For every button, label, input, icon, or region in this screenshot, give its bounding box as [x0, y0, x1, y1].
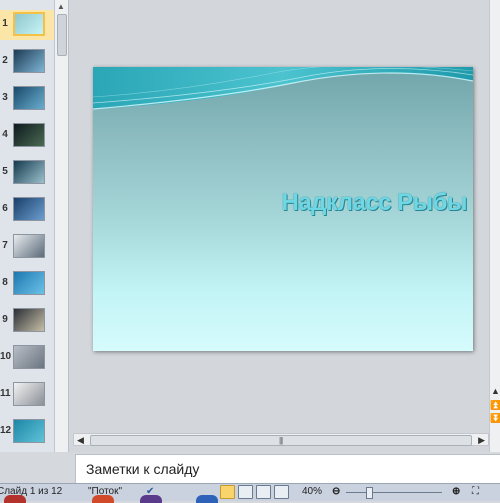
notes-pane[interactable]: Заметки к слайду [75, 454, 500, 483]
slide-number: 11 [0, 388, 11, 399]
slide-number: 2 [2, 55, 8, 66]
previous-slide-icon[interactable]: ⏫ [490, 400, 500, 410]
slide-number: 10 [0, 351, 12, 362]
slide-number: 12 [0, 425, 12, 436]
scroll-up-icon[interactable]: ▲ [57, 2, 65, 11]
reading-view-icon[interactable] [256, 485, 271, 499]
scroll-up-icon[interactable]: ▲ [490, 386, 500, 396]
scroll-left-icon[interactable]: ◀ [77, 435, 84, 446]
slide-number: 4 [2, 129, 8, 140]
slide-number: 8 [2, 277, 8, 288]
slide-sorter-icon[interactable] [238, 485, 253, 499]
thumbnails-scroll-thumb[interactable] [57, 14, 67, 56]
slide-title[interactable]: Надкласс Рыбы [257, 189, 468, 217]
zoom-slider-handle[interactable] [366, 487, 373, 499]
editor-vertical-scrollbar[interactable]: ▲ ⏫ ⏬ [489, 0, 500, 452]
slide-thumbnail-image[interactable] [13, 86, 45, 110]
next-slide-icon[interactable]: ⏬ [490, 413, 500, 423]
slide-thumbnail-image[interactable] [13, 234, 45, 258]
slide-thumbnail-image[interactable] [13, 49, 45, 73]
taskbar-app-icon[interactable] [4, 495, 26, 503]
slide-thumbnail-image[interactable] [13, 160, 45, 184]
slide-thumbnails-pane: 1 2 3 4 5 6 7 8 9 10 11 12 ▲ [0, 0, 69, 452]
slide-thumbnail-image[interactable] [13, 123, 45, 147]
slide-number: 1 [2, 18, 8, 29]
slide-thumbnail-image[interactable] [13, 345, 45, 369]
slide-thumbnail-image[interactable] [13, 382, 45, 406]
slide-number: 3 [2, 92, 8, 103]
zoom-in-icon[interactable]: ⊕ [452, 486, 460, 497]
editor-horizontal-scrollbar[interactable]: ◀ ||| ▶ [73, 433, 489, 446]
status-bar: Слайд 1 из 12 "Поток" ✔ 40% ⊖ ⊕ ⛶ [0, 483, 500, 501]
taskbar-app-icon[interactable] [196, 495, 218, 503]
slideshow-icon[interactable] [274, 485, 289, 499]
taskbar-app-icon[interactable] [140, 495, 162, 503]
fit-to-window-icon[interactable]: ⛶ [472, 486, 479, 497]
slide-thumbnail-image[interactable] [13, 12, 45, 36]
thumbnails-scrollbar[interactable]: ▲ [54, 0, 68, 452]
grip-icon: ||| [279, 436, 283, 445]
slide-thumbnail-image[interactable] [13, 197, 45, 221]
notes-placeholder[interactable]: Заметки к слайду [86, 461, 199, 477]
zoom-level[interactable]: 40% [302, 486, 322, 497]
slide-editor-area: Надкласс Рыбы ▲ ⏫ ⏬ ◀ ||| ▶ [69, 0, 500, 452]
slide-thumbnail-image[interactable] [13, 419, 45, 443]
normal-view-icon[interactable] [220, 485, 235, 499]
scroll-right-icon[interactable]: ▶ [478, 435, 485, 446]
current-slide[interactable]: Надкласс Рыбы [93, 67, 473, 351]
slide-number: 6 [2, 203, 8, 214]
slide-thumbnail-image[interactable] [13, 308, 45, 332]
zoom-out-icon[interactable]: ⊖ [332, 486, 340, 497]
slide-number: 7 [2, 240, 8, 251]
taskbar-app-icon[interactable] [92, 495, 114, 503]
slide-number: 9 [2, 314, 8, 325]
horizontal-scroll-thumb[interactable]: ||| [90, 435, 472, 446]
slide-thumbnail-image[interactable] [13, 271, 45, 295]
zoom-slider[interactable] [346, 492, 442, 493]
slide-number: 5 [2, 166, 8, 177]
